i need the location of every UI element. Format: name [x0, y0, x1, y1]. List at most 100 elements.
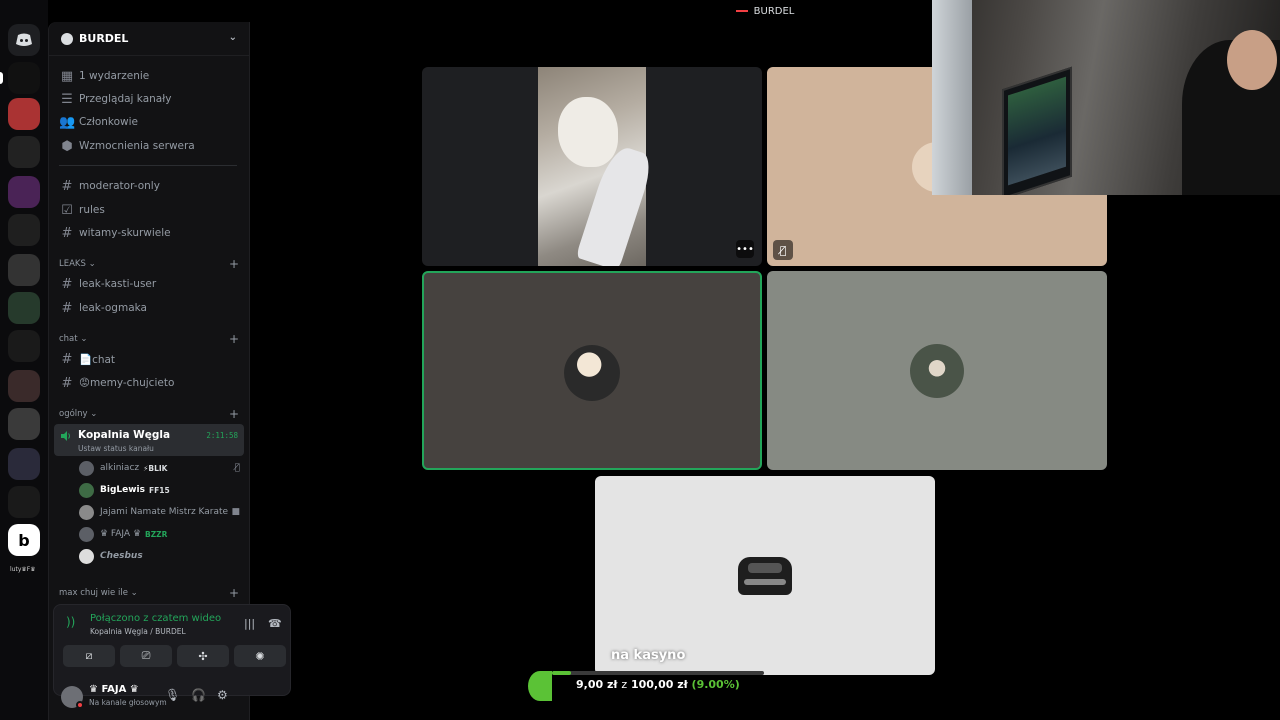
server-folder-icon[interactable]: [8, 408, 40, 440]
server-icon[interactable]: [8, 486, 40, 518]
avatar: [910, 344, 964, 398]
category-general[interactable]: ogólny ⌄ +: [59, 407, 245, 421]
chevron-down-icon: ⌄: [88, 259, 96, 269]
user-panel: ♛ FAJA ♛ Na kanale głosowym 🎙 🎧 ⚙: [49, 678, 249, 720]
user-status: Na kanale głosowym: [89, 698, 167, 707]
add-channel-icon[interactable]: +: [229, 586, 239, 600]
server-folder-icon[interactable]: [8, 176, 40, 208]
headphones-icon[interactable]: 🎧: [191, 688, 206, 702]
voice-indicator: [735, 10, 748, 12]
avatar: [79, 504, 94, 520]
chevron-down-icon: ⌄: [90, 409, 98, 419]
category-leaks[interactable]: LEAKS ⌄ +: [59, 257, 245, 271]
server-name: BURDEL: [79, 32, 129, 45]
menu-browse-channels[interactable]: ☰ Przeglądaj kanały: [59, 88, 245, 110]
add-channel-icon[interactable]: +: [229, 257, 239, 271]
disconnect-icon[interactable]: ☎: [268, 617, 282, 630]
server-folder-icon[interactable]: [8, 292, 40, 324]
signal-icon[interactable]: )): [66, 615, 82, 631]
server-icon[interactable]: [8, 330, 40, 362]
soundboard-icon: ✺: [255, 649, 265, 663]
server-header[interactable]: BURDEL ⌄: [49, 22, 249, 56]
channel-rules[interactable]: ☑ rules: [59, 199, 245, 221]
connection-subtitle[interactable]: Kopalnia Węgla / BURDEL: [90, 627, 186, 636]
muted-icon: 🎙̸: [234, 463, 240, 473]
channel-leak-ogmaka[interactable]: # leak-ogmaka: [59, 297, 245, 319]
goal-progress-bar: [552, 671, 764, 675]
divider: [59, 165, 237, 166]
server-folder-icon[interactable]: [8, 370, 40, 402]
voice-channel-active[interactable]: Kopalnia Węgla 2:11:58 Ustaw status kana…: [54, 424, 244, 456]
server-rail: b luty♛F♛: [0, 0, 48, 720]
server-label[interactable]: luty♛F♛: [10, 566, 40, 573]
channel-moderator-only[interactable]: # moderator-only: [59, 175, 245, 197]
server-folder-icon[interactable]: [8, 448, 40, 480]
status-dnd-icon: [76, 701, 84, 709]
server-folder-icon[interactable]: [8, 98, 40, 130]
channel-memy[interactable]: # 😡memy-chujcieto: [59, 372, 245, 394]
video-tile[interactable]: [767, 271, 1107, 470]
voice-user[interactable]: alkiniacz ⚡BLIK 🎙̸: [79, 458, 244, 478]
speaker-icon: [61, 431, 70, 441]
video-tile-speaking[interactable]: [422, 271, 762, 470]
activities-icon: ✣: [198, 649, 208, 663]
voice-user[interactable]: 𝘾𝙝𝙚𝙨𝙗𝙪𝙨: [79, 546, 244, 566]
active-server-pill: [0, 72, 3, 84]
camera-toggle-button[interactable]: ⧄: [63, 645, 115, 667]
menu-members[interactable]: 👥 Członkowie: [59, 111, 245, 133]
server-folder-icon[interactable]: [8, 254, 40, 286]
avatar: [79, 548, 94, 564]
webcam-background: [1008, 76, 1066, 186]
webcam-person: [1227, 30, 1277, 90]
server-boost-icon: [61, 32, 73, 45]
server-icon-b[interactable]: b: [8, 524, 40, 556]
hashtag-icon: #: [61, 351, 73, 367]
channel-chat[interactable]: # 📄chat: [59, 348, 245, 370]
channel-sidebar: BURDEL ⌄ ▦ 1 wydarzenie ☰ Przeglądaj kanał…: [48, 22, 291, 720]
activities-button[interactable]: ✣: [177, 645, 229, 667]
chevron-down-icon: ⌄: [228, 32, 237, 43]
menu-boosts[interactable]: ⬢ Wzmocnienia serwera: [59, 135, 245, 157]
server-icon[interactable]: [8, 214, 40, 246]
avatar: [564, 345, 620, 401]
car-avatar-icon: [738, 557, 792, 595]
voice-user[interactable]: BigLewis FF15: [79, 480, 244, 500]
channel-witamy[interactable]: # witamy-skurwiele: [59, 222, 245, 244]
more-options-icon[interactable]: •••: [736, 240, 754, 258]
microphone-icon[interactable]: 🎙: [165, 688, 180, 702]
category-max[interactable]: max chuj wie ile ⌄ +: [59, 586, 245, 600]
video-tile[interactable]: [595, 476, 935, 675]
server-icon-burdel[interactable]: [8, 62, 40, 94]
video-stream: [538, 67, 656, 266]
menu-events[interactable]: ▦ 1 wydarzenie: [59, 65, 245, 87]
soundboard-button[interactable]: ✺: [234, 645, 286, 667]
voice-channel-name: Kopalnia Węgla: [78, 429, 171, 441]
category-chat[interactable]: chat ⌄ +: [59, 332, 245, 346]
chevron-down-icon: ⌄: [80, 334, 88, 344]
members-icon: 👥: [59, 114, 76, 130]
hashtag-icon: #: [61, 375, 73, 391]
server-icon[interactable]: [8, 136, 40, 168]
goal-text: 9,00 zł z 100,00 zł (9.00%): [576, 678, 740, 691]
stream-caption: na kasyno: [611, 648, 686, 663]
calendar-icon: ▦: [60, 68, 74, 84]
add-channel-icon[interactable]: +: [229, 407, 239, 421]
video-content: [558, 97, 618, 167]
hashtag-icon: #: [61, 225, 73, 241]
voice-user[interactable]: Jajami Namate Mistrz Karate ■: [79, 502, 244, 522]
screen-share-button[interactable]: ⎚: [120, 645, 172, 667]
voice-user[interactable]: ♛ FAJA ♛ BZZR: [79, 524, 244, 544]
video-icon: ■: [231, 507, 240, 517]
channel-leak-kasti[interactable]: # leak-kasti-user: [59, 273, 245, 295]
gear-icon[interactable]: ⚙: [217, 688, 228, 702]
set-channel-status[interactable]: Ustaw status kanału: [78, 444, 154, 453]
hashtag-icon: #: [61, 178, 73, 194]
connection-title[interactable]: Połączono z czatem wideo: [90, 613, 221, 624]
add-channel-icon[interactable]: +: [229, 332, 239, 346]
noise-suppression-icon[interactable]: |||: [244, 617, 255, 630]
video-tile[interactable]: •••: [422, 67, 762, 266]
username[interactable]: ♛ FAJA ♛: [89, 684, 139, 695]
webcam-background: [932, 0, 972, 195]
hashtag-icon: #: [61, 300, 73, 316]
discord-home-icon[interactable]: [8, 24, 40, 56]
